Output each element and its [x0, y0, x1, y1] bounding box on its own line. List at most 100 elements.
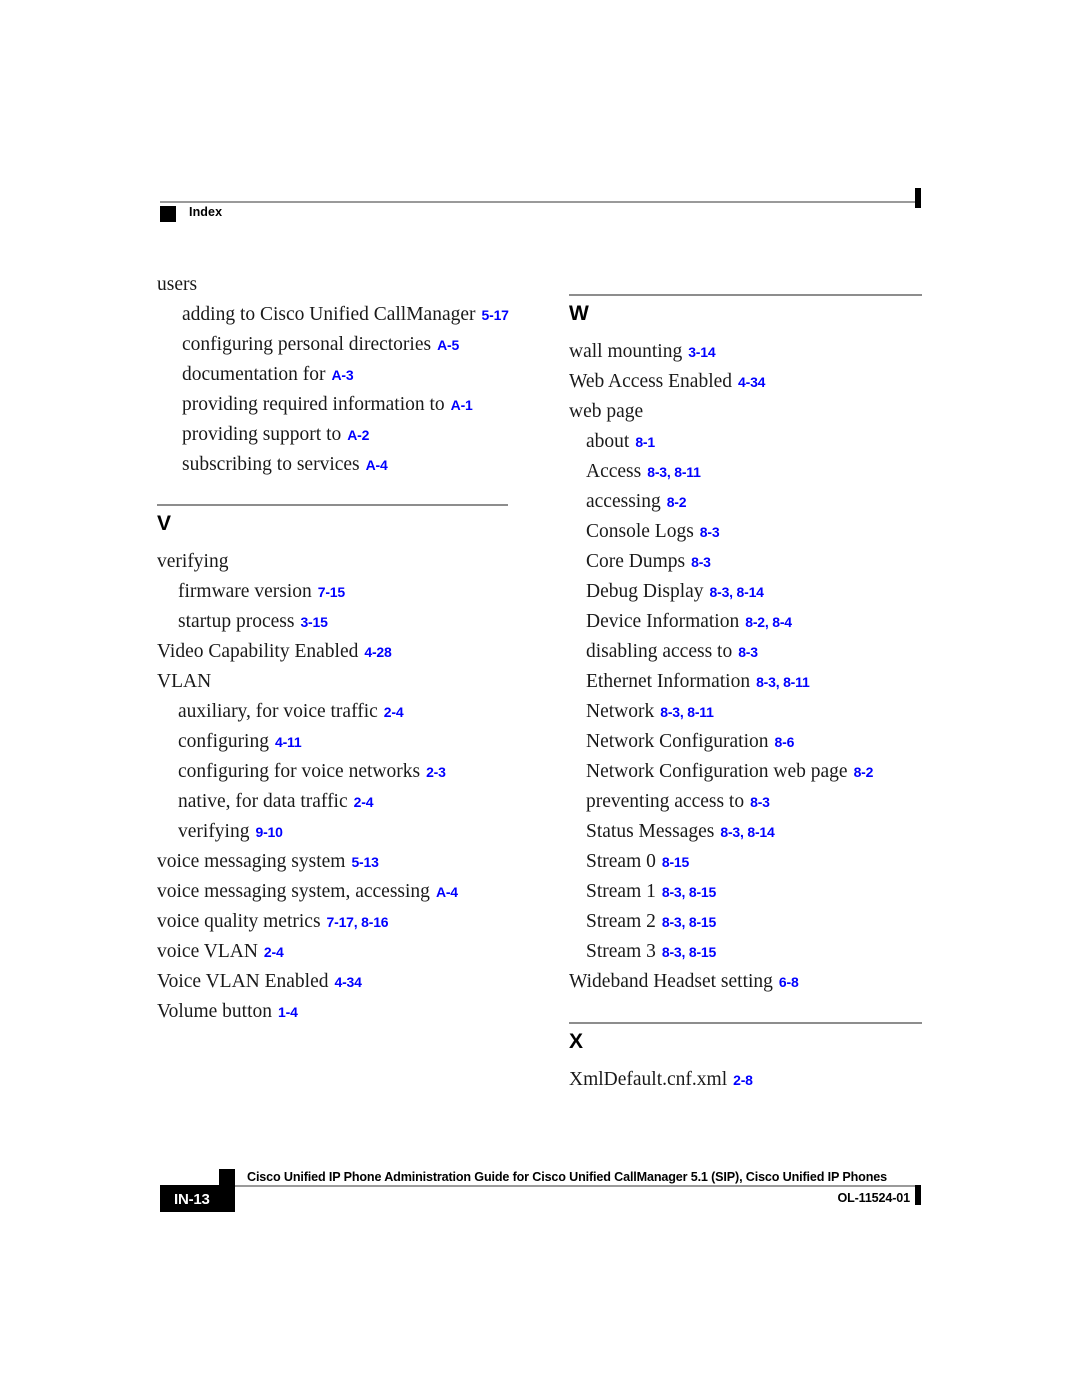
index-page-reference[interactable]: 8-2	[854, 764, 874, 780]
index-subentry: Stream 2 8-3, 8-15	[569, 912, 929, 932]
index-subentry: Device Information 8-2, 8-4	[569, 612, 929, 632]
index-entry-text: Console Logs	[586, 521, 694, 542]
index-entry-text: auxiliary, for voice traffic	[178, 701, 378, 722]
index-page-reference[interactable]: 8-3, 8-15	[662, 914, 716, 930]
index-subentry: native, for data traffic 2-4	[157, 792, 517, 812]
index-entry: web page	[569, 402, 929, 422]
index-subentry: providing support to A-2	[157, 425, 517, 445]
index-entry-text: Volume button	[157, 1001, 273, 1022]
index-page-reference[interactable]: 2-4	[384, 704, 404, 720]
index-page-reference[interactable]: 8-2, 8-4	[745, 614, 792, 630]
section-divider-rule	[157, 504, 508, 506]
index-page-reference[interactable]: A-4	[436, 884, 458, 900]
index-subentry: subscribing to services A-4	[157, 455, 517, 475]
index-entry-text: Device Information	[586, 611, 740, 632]
index-subentry: Network Configuration 8-6	[569, 732, 929, 752]
index-page-reference[interactable]: 5-17	[482, 307, 509, 323]
index-entry: voice quality metrics 7-17, 8-16	[157, 912, 517, 932]
index-page-reference[interactable]: 3-14	[688, 344, 715, 360]
index-page-reference[interactable]: 8-3	[738, 644, 758, 660]
footer-rule	[219, 1185, 920, 1187]
index-page-reference[interactable]: A-3	[332, 367, 354, 383]
index-subentry: startup process 3-15	[157, 612, 517, 632]
index-page-reference[interactable]: 8-3, 8-15	[662, 884, 716, 900]
index-page-reference[interactable]: A-5	[437, 337, 459, 353]
index-entry-text: Network	[586, 701, 655, 722]
index-page-reference[interactable]: 4-34	[738, 374, 765, 390]
index-page-reference[interactable]: A-1	[451, 397, 473, 413]
index-page-reference[interactable]: 9-10	[255, 824, 282, 840]
index-page-reference[interactable]: 3-15	[300, 614, 327, 630]
index-page-reference[interactable]: 8-3, 8-11	[660, 704, 714, 720]
index-page-reference[interactable]: 2-4	[264, 944, 284, 960]
header-marker-square-icon	[160, 206, 176, 222]
section-letter-heading: V	[157, 512, 171, 535]
index-entry-text: Network Configuration	[586, 731, 769, 752]
index-section-v: Vverifying firmware version 7-15 startup pr…	[157, 485, 517, 1022]
index-page-reference[interactable]: 5-13	[351, 854, 378, 870]
index-page-reference[interactable]: 7-15	[318, 584, 345, 600]
index-subentry: accessing 8-2	[569, 492, 929, 512]
section-divider-rule	[569, 1022, 922, 1024]
index-page-reference[interactable]: 8-15	[662, 854, 689, 870]
index-page-reference[interactable]: 8-6	[775, 734, 795, 750]
index-entry-text: providing required information to	[182, 394, 445, 415]
index-entry-text: documentation for	[182, 364, 326, 385]
index-entry-text: preventing access to	[586, 791, 745, 812]
index-page-reference[interactable]: 8-3, 8-14	[710, 584, 764, 600]
index-page: Index users adding to Cisco Unified CallM…	[0, 0, 1080, 1397]
header-edge-tick	[915, 188, 921, 208]
index-page-reference[interactable]: 2-3	[426, 764, 446, 780]
index-subentry: firmware version 7-15	[157, 582, 517, 602]
index-entry: Web Access Enabled 4-34	[569, 372, 929, 392]
index-entry-text: web page	[569, 401, 644, 422]
index-page-reference[interactable]: 2-4	[354, 794, 374, 810]
index-page-reference[interactable]: 4-34	[335, 974, 362, 990]
index-page-reference[interactable]: A-2	[347, 427, 369, 443]
index-page-reference[interactable]: 2-8	[733, 1072, 753, 1088]
index-page-reference[interactable]: 8-3, 8-11	[756, 674, 810, 690]
index-subentry: Stream 1 8-3, 8-15	[569, 882, 929, 902]
index-section-x: X XmlDefault.cnf.xml 2-8	[569, 1002, 929, 1090]
index-page-reference[interactable]: 7-17, 8-16	[327, 914, 389, 930]
index-entry-text: VLAN	[157, 671, 212, 692]
header-rule	[160, 201, 920, 203]
index-page-reference[interactable]: 1-4	[278, 1004, 298, 1020]
index-entry-text: voice quality metrics	[157, 911, 321, 932]
index-page-reference[interactable]: A-4	[366, 457, 388, 473]
page-number-tag: IN-13	[160, 1185, 235, 1212]
footer-edge-tick	[915, 1185, 921, 1205]
index-page-reference[interactable]: 8-2	[667, 494, 687, 510]
index-entry-text: Web Access Enabled	[569, 371, 733, 392]
index-page-reference[interactable]: 6-8	[779, 974, 799, 990]
index-entry-text: native, for data traffic	[178, 791, 348, 812]
index-page-reference[interactable]: 8-3	[700, 524, 720, 540]
index-subentry: adding to Cisco Unified CallManager 5-17	[157, 305, 517, 325]
index-column-right: Wwall mounting 3-14 Web Access Enabled 4-34…	[569, 275, 929, 1100]
index-page-reference[interactable]: 8-3, 8-11	[647, 464, 701, 480]
index-page-reference[interactable]: 8-3	[691, 554, 711, 570]
index-page-reference[interactable]: 8-3, 8-15	[662, 944, 716, 960]
index-subentry: Stream 0 8-15	[569, 852, 929, 872]
index-entry-text: Voice VLAN Enabled	[157, 971, 329, 992]
index-section-w: Wwall mounting 3-14 Web Access Enabled 4-34…	[569, 275, 929, 992]
index-page-reference[interactable]: 4-28	[364, 644, 391, 660]
index-subentry: Debug Display 8-3, 8-14	[569, 582, 929, 602]
footer-document-title: Cisco Unified IP Phone Administration Gu…	[247, 1170, 887, 1184]
index-subentry: configuring personal directories A-5	[157, 335, 517, 355]
index-entry: verifying	[157, 552, 517, 572]
index-page-reference[interactable]: 8-3	[750, 794, 770, 810]
index-column-left: users adding to Cisco Unified CallManager…	[157, 275, 517, 1032]
index-entry-text: subscribing to services	[182, 454, 360, 475]
index-entry-text: configuring	[178, 731, 269, 752]
index-page-reference[interactable]: 4-11	[275, 734, 302, 750]
index-subentry: Console Logs 8-3	[569, 522, 929, 542]
index-page-reference[interactable]: 8-1	[635, 434, 655, 450]
index-page-reference[interactable]: 8-3, 8-14	[720, 824, 774, 840]
index-entry-text: configuring for voice networks	[178, 761, 421, 782]
index-subentry: Core Dumps 8-3	[569, 552, 929, 572]
index-entry: voice VLAN 2-4	[157, 942, 517, 962]
index-entry: Voice VLAN Enabled 4-34	[157, 972, 517, 992]
